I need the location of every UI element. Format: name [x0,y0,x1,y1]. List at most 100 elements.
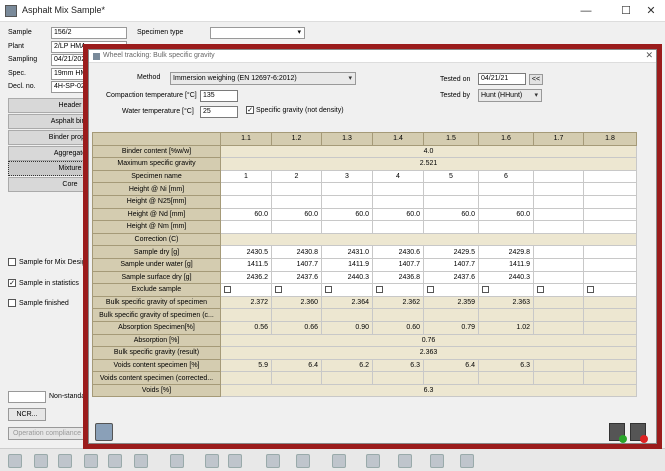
cell[interactable]: 60.0 [220,207,272,222]
cell[interactable] [423,182,479,196]
sample-finished-checkbox[interactable]: Sample finished [8,299,69,307]
minimize-button[interactable]: — [572,2,600,20]
tested-by-select[interactable]: Hunt (HHunt) ▾ [478,89,542,102]
ncr-button[interactable]: NCR... [8,408,46,421]
cell[interactable] [372,182,424,196]
cell[interactable]: 3 [321,169,373,184]
cell[interactable] [583,270,637,285]
dialog-close-icon[interactable]: ✕ [645,50,653,61]
cell[interactable]: 2440.3 [478,270,534,285]
cell[interactable]: 4 [372,169,424,184]
cell[interactable]: 2430.6 [372,245,424,259]
toolbar-icon[interactable] [170,454,184,468]
exclude-checkbox[interactable] [537,286,544,294]
cell[interactable]: 2440.3 [321,270,373,285]
cell[interactable]: 2430.8 [271,245,322,259]
exclude-checkbox[interactable] [224,286,231,294]
exclude-checkbox[interactable] [275,286,282,294]
cell[interactable]: 60.0 [423,207,479,222]
date-picker-button[interactable]: << [529,74,543,85]
column-header[interactable]: 1.6 [478,132,534,146]
arrow-right-icon[interactable] [228,454,242,468]
toolbar-icon[interactable] [460,454,474,468]
cell[interactable] [533,257,584,272]
exclude-checkbox[interactable] [587,286,594,294]
sample-in-statistics-checkbox[interactable]: ✓ Sample in statistics [8,279,79,287]
checkbox-box[interactable] [8,299,16,307]
arrow-left-icon[interactable] [205,454,219,468]
cell[interactable]: 60.0 [478,207,534,222]
specimen-type-select[interactable]: ▾ [210,27,305,39]
cell[interactable] [478,182,534,196]
cell[interactable]: 1407.7 [423,257,479,272]
toolbar-icon[interactable] [398,454,412,468]
operation-compliance-button[interactable]: Operation compliance [8,427,86,440]
cell[interactable]: 1 [220,169,272,184]
cell[interactable]: 1411.9 [478,257,534,272]
cell[interactable]: 1411.9 [321,257,373,272]
exclude-checkbox[interactable] [482,286,489,294]
cell[interactable]: 1407.7 [271,257,322,272]
toolbar-icon[interactable] [430,454,444,468]
cell[interactable] [271,194,322,209]
cell[interactable] [533,220,584,234]
cell[interactable] [220,182,272,196]
cell[interactable]: 1407.7 [372,257,424,272]
column-header[interactable]: 1.8 [583,132,637,146]
cell[interactable]: 2431.0 [321,245,373,259]
cell[interactable]: 2437.6 [423,270,479,285]
maximize-button[interactable]: ☐ [612,2,640,20]
cell[interactable] [423,220,479,234]
cell[interactable]: 2429.8 [478,245,534,259]
cell[interactable] [533,270,584,285]
cell[interactable]: 60.0 [321,207,373,222]
exclude-checkbox[interactable] [325,286,332,294]
cell[interactable] [271,220,322,234]
cell[interactable]: 2430.5 [220,245,272,259]
compaction-temp-input[interactable]: 135 [200,90,238,102]
exclude-checkbox[interactable] [376,286,383,294]
cell[interactable] [533,245,584,259]
cell[interactable] [583,257,637,272]
cell[interactable]: 60.0 [271,207,322,222]
cell[interactable] [583,207,637,222]
toolbar-icon[interactable] [296,454,310,468]
cell[interactable]: 2436.8 [372,270,424,285]
cell[interactable] [220,220,272,234]
tested-on-input[interactable]: 04/21/21 [478,73,526,85]
cell[interactable] [220,194,272,209]
column-header[interactable]: 1.7 [533,132,584,146]
water-temp-input[interactable]: 25 [200,106,238,118]
checkbox-box[interactable]: ✓ [246,106,254,114]
cell[interactable] [321,194,373,209]
toolbar-icon[interactable] [8,454,22,468]
cell[interactable] [321,220,373,234]
toolbar-icon[interactable] [34,454,48,468]
cell[interactable] [372,220,424,234]
toolbar-icon[interactable] [84,454,98,468]
non-standard-field[interactable] [8,391,46,403]
toolbar-icon[interactable] [332,454,346,468]
confirm-button[interactable] [609,423,627,443]
cell[interactable] [423,194,479,209]
cell[interactable] [583,245,637,259]
toolbar-icon[interactable] [266,454,280,468]
cell[interactable]: 1411.5 [220,257,272,272]
toolbar-icon[interactable] [134,454,148,468]
toolbar-icon[interactable] [108,454,122,468]
cell[interactable] [533,182,584,196]
cell[interactable] [321,182,373,196]
sample-for-mix-design-checkbox[interactable]: Sample for Mix Design [8,258,89,266]
cell[interactable]: 2437.6 [271,270,322,285]
checkbox-box[interactable]: ✓ [8,279,16,287]
cell[interactable]: 2429.5 [423,245,479,259]
column-header[interactable]: 1.2 [271,132,322,146]
checkbox-box[interactable] [8,258,16,266]
cell[interactable] [478,220,534,234]
sample-field[interactable]: 156/2 [51,27,127,39]
window-close-button[interactable]: ✕ [637,2,665,20]
cancel-button[interactable] [630,423,648,443]
toolbar-icon[interactable] [58,454,72,468]
cell[interactable] [583,220,637,234]
cell[interactable] [478,194,534,209]
